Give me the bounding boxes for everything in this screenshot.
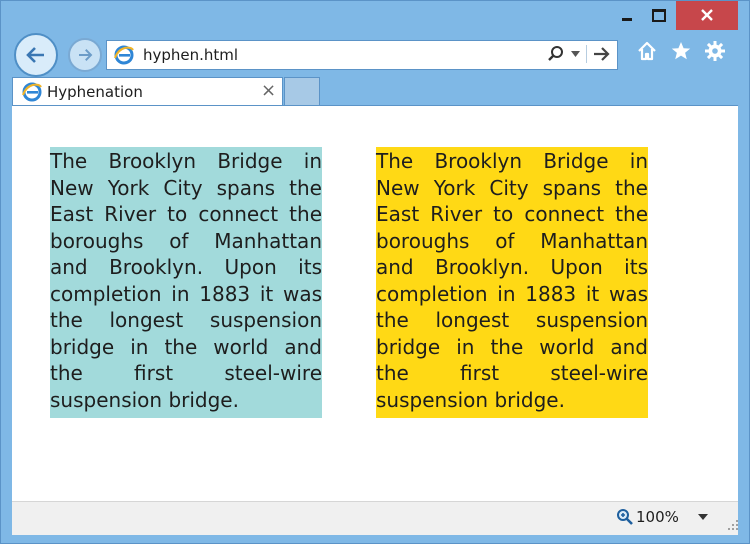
maximize-button[interactable] bbox=[644, 0, 674, 30]
close-icon bbox=[701, 9, 713, 21]
back-button[interactable] bbox=[14, 33, 58, 77]
back-arrow-icon bbox=[26, 47, 44, 63]
resize-grip-icon[interactable] bbox=[728, 520, 738, 530]
favorites-star-icon[interactable] bbox=[670, 40, 692, 62]
minimize-button[interactable] bbox=[612, 0, 642, 30]
go-arrow-icon[interactable] bbox=[593, 46, 611, 62]
dropdown-icon[interactable] bbox=[571, 51, 580, 57]
address-bar[interactable]: hyphen.html bbox=[106, 40, 618, 70]
zoom-level: 100% bbox=[636, 508, 679, 526]
zoom-control[interactable]: 100% bbox=[616, 508, 679, 526]
address-url: hyphen.html bbox=[143, 46, 239, 64]
new-tab-button[interactable] bbox=[284, 77, 320, 105]
minimize-icon bbox=[622, 17, 632, 21]
address-divider bbox=[586, 45, 587, 63]
page-content: The Brooklyn Bridge in New York City spa… bbox=[12, 105, 738, 502]
settings-gear-icon[interactable] bbox=[704, 40, 726, 62]
zoom-dropdown-icon[interactable] bbox=[698, 514, 708, 520]
browser-toolbar bbox=[636, 40, 726, 62]
browser-window: hyphen.html Hyphenation × The Brooklyn B… bbox=[0, 0, 750, 544]
tab-title: Hyphenation bbox=[47, 83, 143, 101]
maximize-icon bbox=[652, 8, 666, 22]
forward-arrow-icon bbox=[79, 49, 93, 61]
ie-logo-icon bbox=[114, 45, 134, 65]
search-icon[interactable] bbox=[547, 45, 565, 63]
status-bar: 100% bbox=[12, 501, 738, 535]
ie-logo-icon bbox=[22, 82, 42, 102]
close-tab-icon[interactable]: × bbox=[261, 80, 276, 101]
paragraph-no-hyphenation: The Brooklyn Bridge in New York City spa… bbox=[50, 149, 322, 412]
forward-button[interactable] bbox=[68, 38, 102, 72]
zoom-icon bbox=[617, 509, 633, 525]
paragraph-hyphenated: The Brooklyn Bridge in New York City spa… bbox=[376, 147, 648, 418]
address-tools bbox=[547, 45, 611, 63]
tab-hyphenation[interactable]: Hyphenation × bbox=[12, 77, 283, 106]
home-icon[interactable] bbox=[636, 40, 658, 62]
close-window-button[interactable] bbox=[676, 0, 738, 30]
